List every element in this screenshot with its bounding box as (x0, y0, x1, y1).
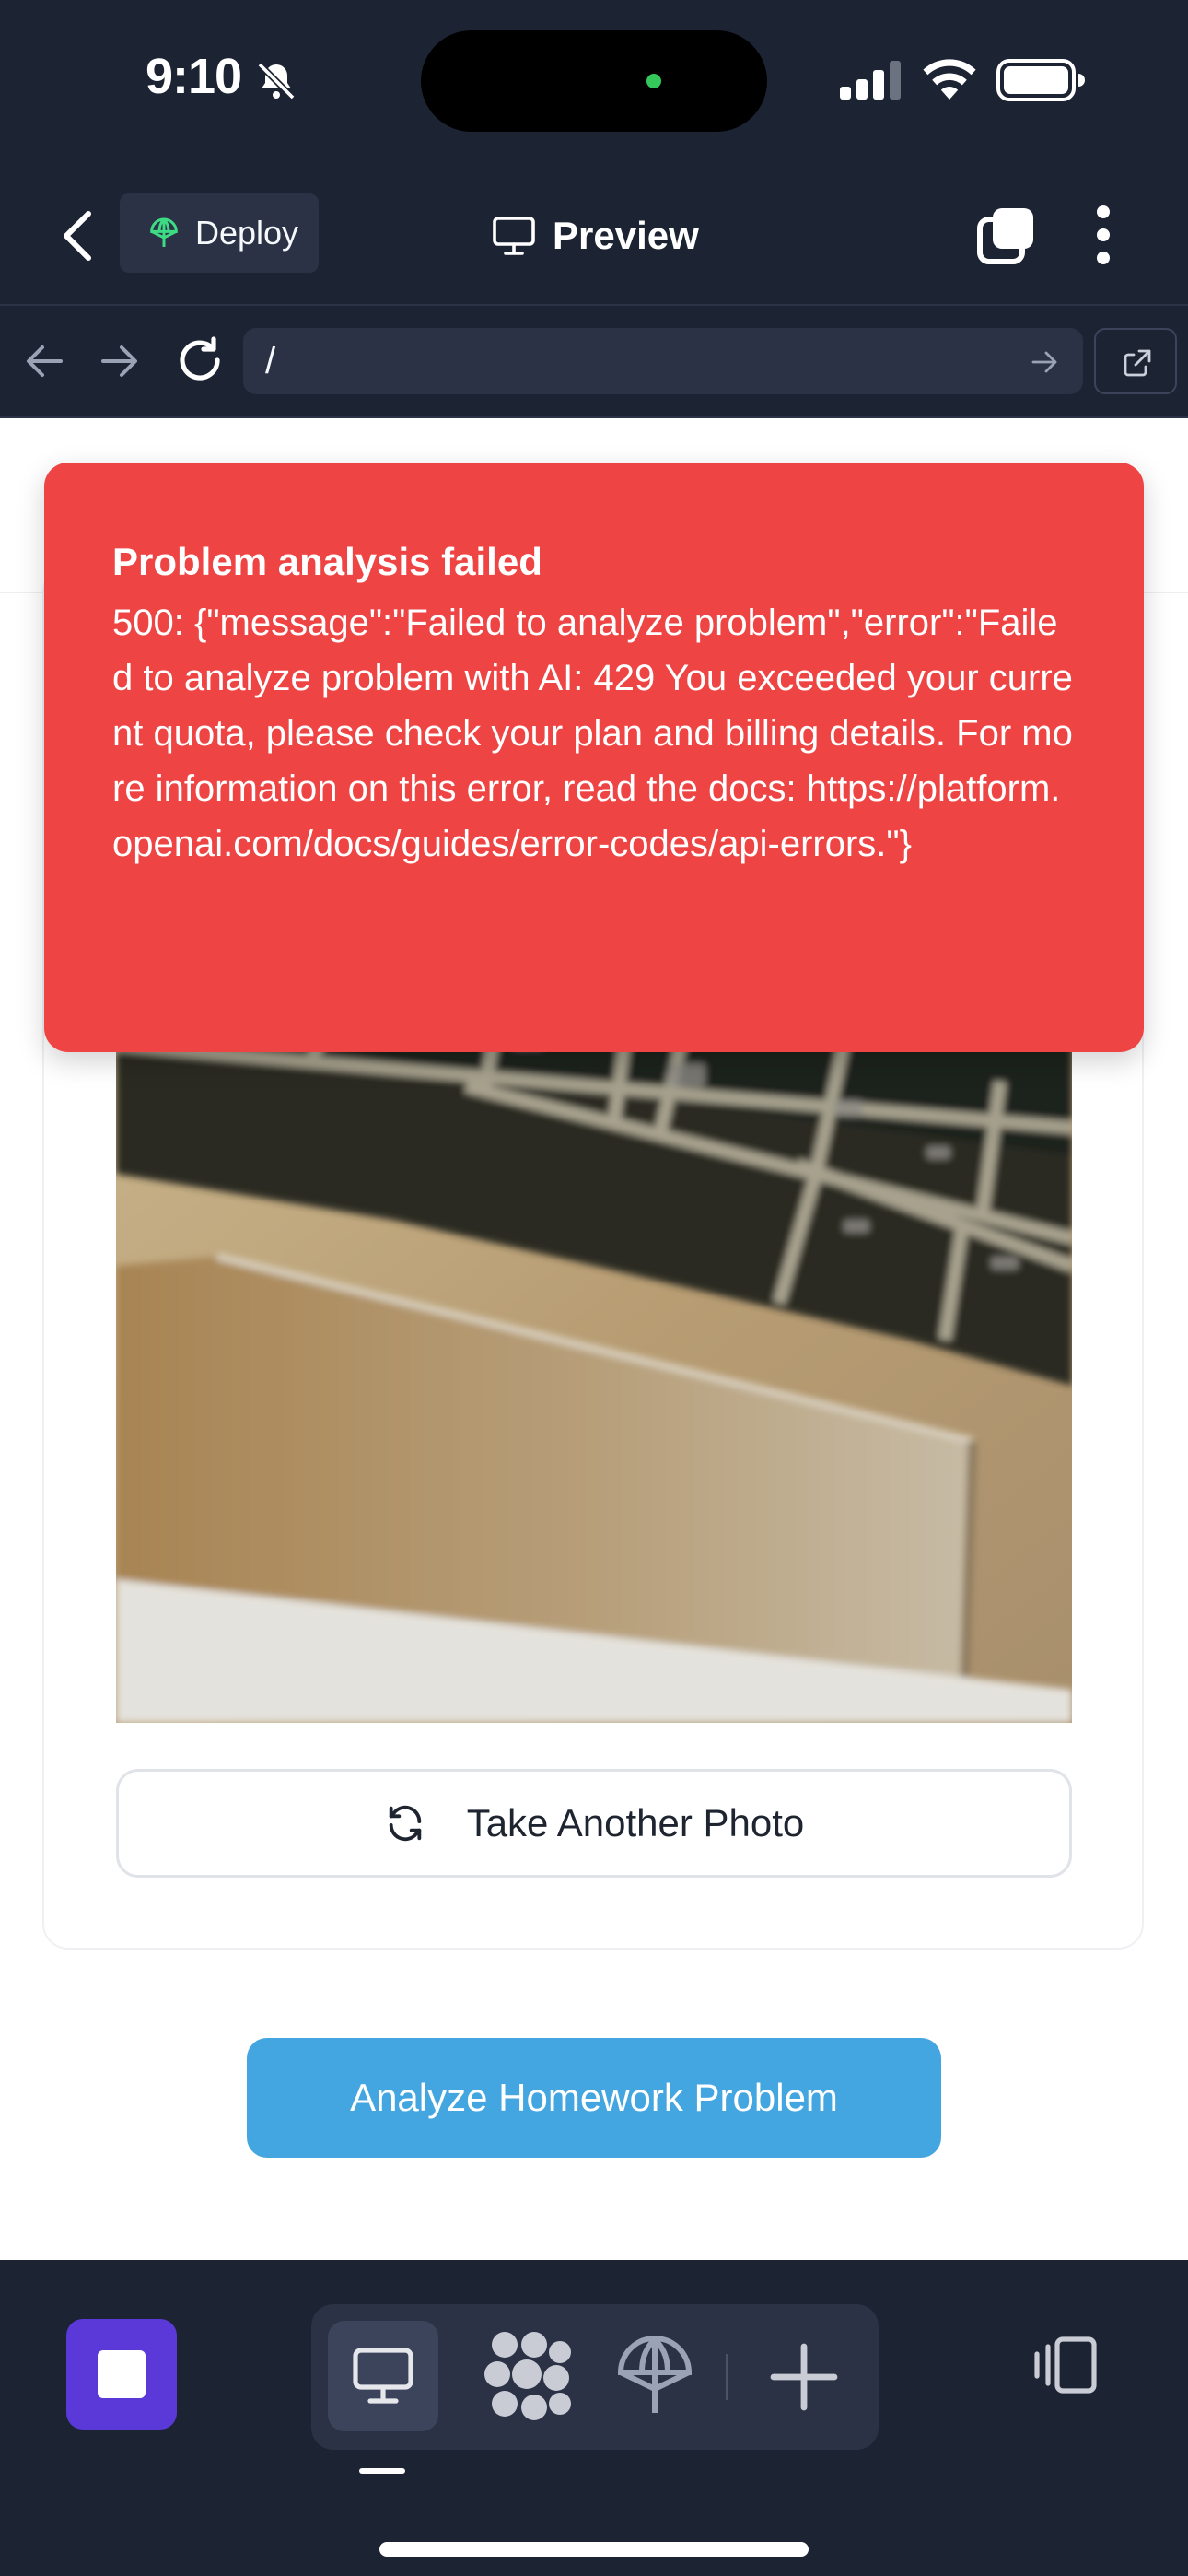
take-another-photo-button[interactable]: Take Another Photo (116, 1769, 1072, 1878)
reload-icon[interactable] (175, 335, 225, 385)
monitor-icon (493, 217, 535, 255)
plus-icon[interactable] (763, 2336, 845, 2418)
status-bar: 9:10 (0, 0, 1188, 166)
toolbar-divider (726, 2354, 728, 2400)
battery-icon (996, 59, 1085, 101)
signal-icon (840, 61, 901, 100)
error-toast[interactable]: Problem analysis failed 500: {"message":… (44, 463, 1144, 1052)
deploy-label: Deploy (195, 214, 299, 252)
error-title: Problem analysis failed (112, 540, 542, 583)
refresh-icon (389, 1805, 421, 1842)
stop-button[interactable] (66, 2319, 177, 2430)
ai-agent-icon[interactable] (479, 2326, 580, 2428)
tabs-icon[interactable] (976, 205, 1037, 265)
more-icon[interactable] (1085, 205, 1122, 265)
deploy-icon[interactable] (610, 2332, 700, 2422)
go-arrow-icon[interactable] (1031, 348, 1059, 376)
deploy-button[interactable]: Deploy (120, 193, 319, 273)
external-link-icon (1124, 349, 1151, 377)
wifi-icon (923, 59, 976, 100)
preview-label: Preview (553, 214, 699, 257)
deploy-icon (150, 217, 178, 247)
arrow-right-icon[interactable] (99, 341, 140, 381)
monitor-icon (353, 2348, 413, 2404)
browser-bar: / (0, 306, 1188, 418)
analyze-homework-button[interactable]: Analyze Homework Problem (247, 2038, 941, 2158)
camera-indicator-dot (646, 74, 661, 88)
layout-toggle-icon[interactable] (1031, 2336, 1098, 2395)
open-external-button[interactable] (1094, 328, 1177, 394)
stop-icon (98, 2350, 146, 2398)
captured-photo (116, 989, 1072, 1723)
analyze-homework-label: Analyze Homework Problem (350, 2076, 838, 2119)
app-header: Deploy Preview (0, 166, 1188, 306)
url-bar[interactable]: / (243, 328, 1083, 394)
dynamic-island (421, 30, 767, 132)
home-indicator (379, 2542, 809, 2557)
active-tab-indicator (359, 2468, 405, 2474)
preview-title: Preview (492, 206, 699, 265)
take-another-photo-label: Take Another Photo (466, 1801, 805, 1844)
bell-slash-icon (257, 62, 296, 100)
toolbar-group (311, 2304, 879, 2450)
preview-tool-button[interactable] (328, 2321, 438, 2431)
bottom-toolbar (0, 2260, 1188, 2576)
status-time: 9:10 (146, 49, 242, 104)
url-text[interactable]: / (265, 341, 275, 382)
error-message: 500: {"message":"Failed to analyze probl… (112, 603, 1073, 864)
back-chevron-icon[interactable] (52, 206, 103, 265)
arrow-left-icon[interactable] (24, 341, 64, 381)
